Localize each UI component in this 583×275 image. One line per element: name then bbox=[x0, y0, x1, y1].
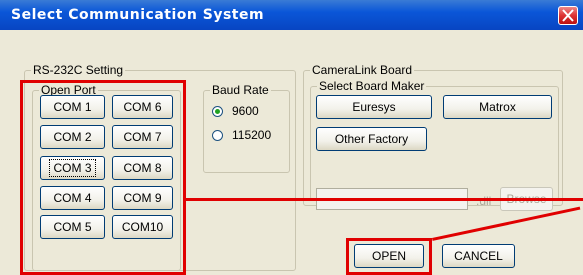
radio-unselected-icon bbox=[212, 129, 223, 141]
board-maker-label: Select Board Maker bbox=[319, 79, 425, 93]
highlight-connector-ports bbox=[186, 198, 583, 201]
highlight-box-ports bbox=[20, 80, 186, 275]
baud-9600-radio[interactable]: 9600 bbox=[212, 104, 259, 118]
dialog-body: RS-232C Setting Open Port Baud Rate COM … bbox=[0, 30, 583, 275]
window-title: Select Communication System bbox=[11, 7, 265, 23]
matrox-button[interactable]: Matrox bbox=[443, 95, 552, 119]
radio-selected-icon bbox=[212, 105, 223, 117]
highlight-connector-open bbox=[432, 206, 581, 241]
title-bar: Select Communication System bbox=[0, 0, 583, 30]
dll-suffix: .dll bbox=[476, 194, 492, 208]
cameralink-group-label: CameraLink Board bbox=[312, 63, 413, 77]
cancel-button[interactable]: CANCEL bbox=[442, 244, 515, 268]
highlight-box-open bbox=[346, 238, 432, 275]
baud-rate-label: Baud Rate bbox=[212, 83, 269, 97]
euresys-button[interactable]: Euresys bbox=[316, 95, 432, 119]
rs232c-group-label: RS-232C Setting bbox=[33, 63, 124, 77]
other-factory-button[interactable]: Other Factory bbox=[316, 127, 427, 151]
close-button[interactable] bbox=[558, 6, 578, 25]
baud-9600-label: 9600 bbox=[232, 104, 259, 118]
close-icon bbox=[562, 9, 574, 22]
baud-115200-radio[interactable]: 115200 bbox=[212, 128, 271, 142]
baud-115200-label: 115200 bbox=[232, 128, 272, 142]
